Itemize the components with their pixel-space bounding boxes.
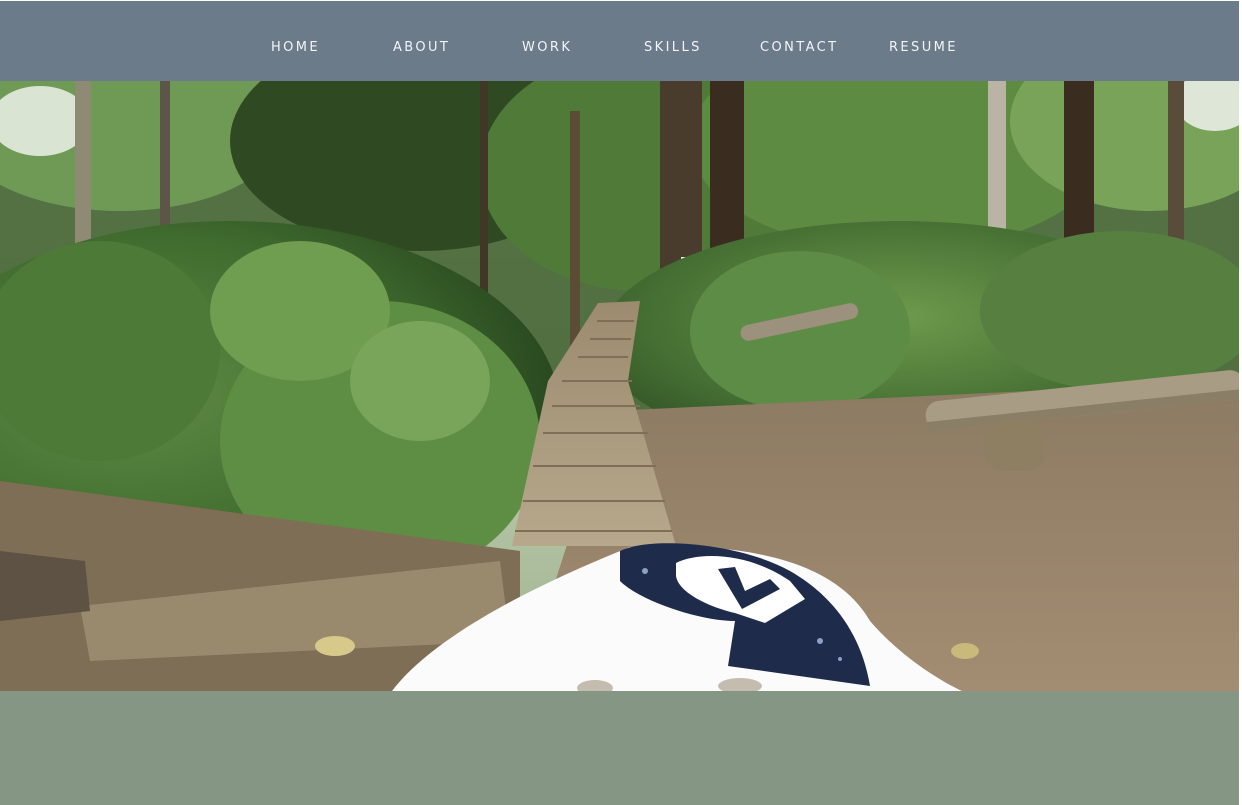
hero-video-forest-trail (0, 81, 1239, 691)
nav-resume-link[interactable]: RESUME (889, 38, 958, 58)
forest-trail-illustration (0, 81, 1239, 691)
nav-about-link[interactable]: ABOUT (393, 38, 450, 58)
nav-contact-link[interactable]: CONTACT (760, 38, 838, 58)
top-navigation-bar: HOME ABOUT WORK SKILLS CONTACT RESUME (0, 1, 1239, 81)
nav-work-link[interactable]: WORK (522, 38, 572, 58)
nav-skills-link[interactable]: SKILLS (644, 38, 702, 58)
page: HOME ABOUT WORK SKILLS CONTACT RESUME (0, 0, 1242, 805)
footer-band (0, 691, 1239, 805)
nav-home-link[interactable]: HOME (271, 38, 320, 58)
